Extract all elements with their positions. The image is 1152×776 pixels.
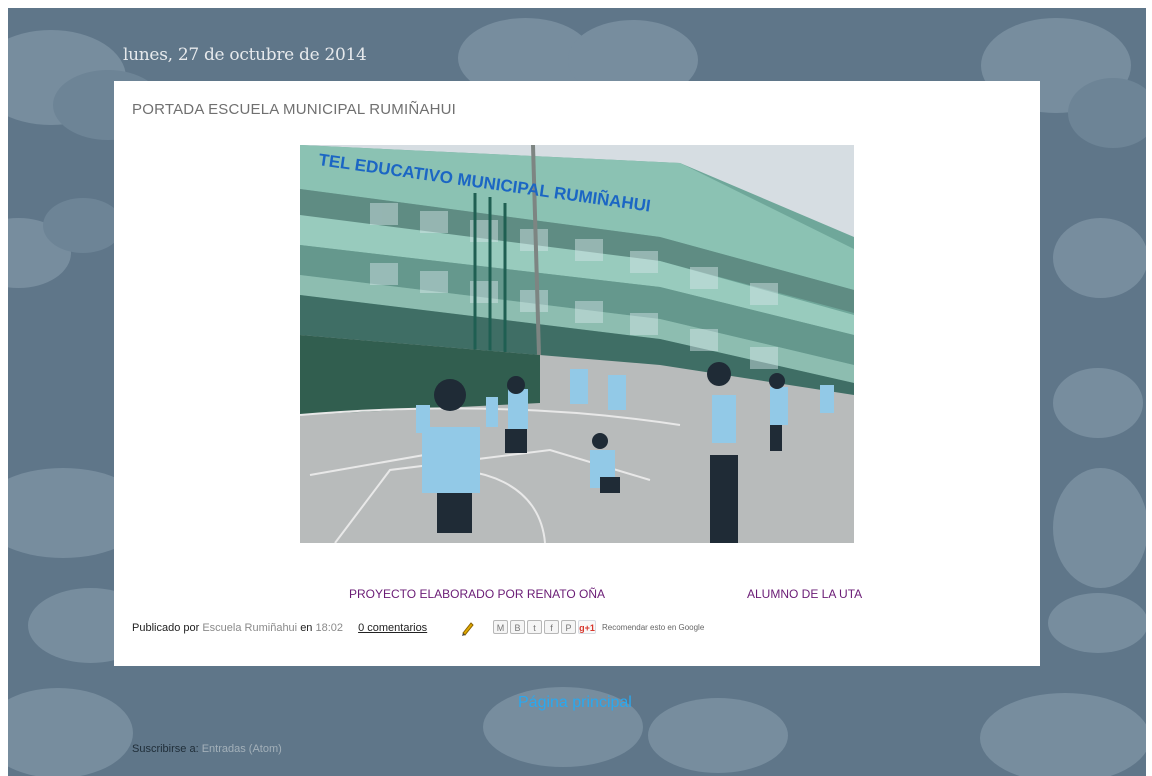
- post-title[interactable]: PORTADA ESCUELA MUNICIPAL RUMIÑAHUI: [132, 101, 456, 118]
- recommend-text: Recomendar esto en Google: [602, 622, 705, 632]
- email-icon[interactable]: M: [493, 620, 508, 634]
- subscribe-line: Suscribirse a: Entradas (Atom): [132, 743, 282, 755]
- student-caption: ALUMNO DE LA UTA: [747, 587, 863, 601]
- post-footer: Publicado por Escuela Rumiñahui en 18:02…: [132, 622, 427, 634]
- google-plus-icon[interactable]: g+1: [578, 620, 596, 634]
- cloud-decoration: [1053, 368, 1143, 438]
- pinterest-icon[interactable]: P: [561, 620, 576, 634]
- cloud-decoration: [43, 198, 123, 253]
- twitter-icon[interactable]: t: [527, 620, 542, 634]
- cloud-decoration: [980, 693, 1146, 776]
- school-photo[interactable]: TEL EDUCATIVO MUNICIPAL RUMIÑAHUI: [300, 145, 854, 543]
- project-caption: PROYECTO ELABORADO POR RENATO OÑA: [349, 587, 606, 601]
- cloud-decoration: [1053, 218, 1146, 298]
- cloud-decoration: [8, 688, 133, 776]
- atom-feed-link[interactable]: Entradas (Atom): [202, 743, 282, 755]
- published-at-label: en: [300, 622, 313, 634]
- cloud-decoration: [1068, 78, 1146, 148]
- published-by-label: Publicado por: [132, 622, 200, 634]
- school-photo-illustration: TEL EDUCATIVO MUNICIPAL RUMIÑAHUI: [300, 145, 854, 543]
- cloud-decoration: [1053, 468, 1146, 588]
- subscribe-label: Suscribirse a:: [132, 743, 199, 755]
- cloud-decoration: [648, 698, 788, 773]
- blogger-icon[interactable]: B: [510, 620, 525, 634]
- comments-link[interactable]: 0 comentarios: [358, 622, 427, 634]
- pencil-icon[interactable]: [459, 620, 475, 636]
- post-time-link[interactable]: 18:02: [316, 622, 344, 634]
- share-buttons: M B t f P g+1 Recomendar esto en Google: [493, 620, 704, 634]
- author-link[interactable]: Escuela Rumiñahui: [202, 622, 297, 634]
- facebook-icon[interactable]: f: [544, 620, 559, 634]
- blog-post: PORTADA ESCUELA MUNICIPAL RUMIÑAHUI TEL …: [114, 81, 1040, 666]
- date-header: lunes, 27 de octubre de 2014: [123, 45, 367, 65]
- cloud-decoration: [1048, 593, 1146, 653]
- home-link[interactable]: Página principal: [518, 694, 632, 712]
